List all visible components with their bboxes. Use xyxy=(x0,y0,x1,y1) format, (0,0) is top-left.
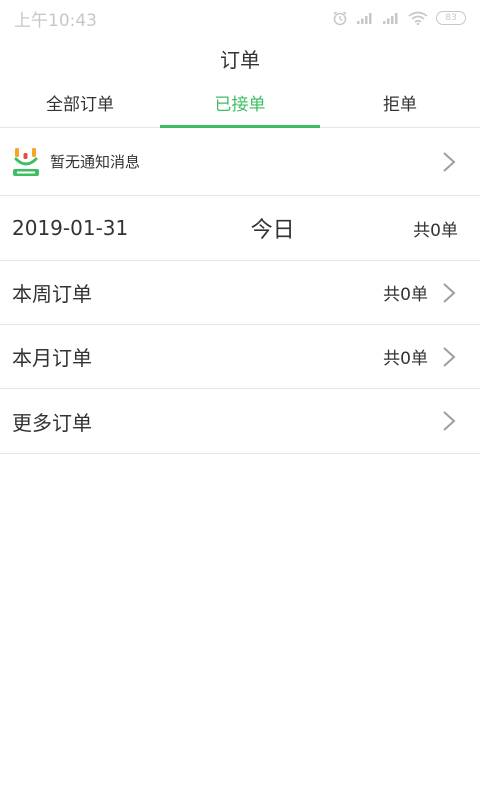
status-time: 上午10:43 xyxy=(14,10,97,31)
tab-rejected-orders[interactable]: 拒单 xyxy=(320,88,480,127)
chevron-right-icon xyxy=(443,151,456,172)
today-label: 今日 xyxy=(250,218,295,243)
chevron-right-icon xyxy=(443,282,456,303)
more-orders-row[interactable]: 更多订单 xyxy=(0,389,480,454)
notice-row[interactable]: 暂无通知消息 xyxy=(0,128,480,196)
tab-accepted-orders[interactable]: 已接单 xyxy=(160,88,320,128)
week-orders-row[interactable]: 本周订单 共0单 xyxy=(0,261,480,325)
wifi-icon xyxy=(408,9,428,27)
week-orders-count: 共0单 xyxy=(383,285,428,305)
tab-all-orders[interactable]: 全部订单 xyxy=(0,88,160,127)
merchant-logo-icon xyxy=(13,147,39,176)
month-orders-count: 共0单 xyxy=(383,349,428,369)
month-orders-row[interactable]: 本月订单 共0单 xyxy=(0,325,480,389)
status-icons: 83 xyxy=(332,9,466,27)
signal-icon xyxy=(356,9,374,27)
chevron-right-icon xyxy=(443,411,456,431)
battery-icon: 83 xyxy=(436,11,466,25)
status-bar: 上午10:43 83 xyxy=(0,0,480,36)
signal-icon xyxy=(382,9,400,27)
week-orders-label: 本周订单 xyxy=(12,282,92,306)
month-orders-label: 本月订单 xyxy=(12,346,92,370)
alarm-icon xyxy=(332,9,348,27)
notice-text: 暂无通知消息 xyxy=(50,153,141,171)
more-orders-label: 更多订单 xyxy=(12,410,92,435)
order-tabs: 全部订单 已接单 拒单 xyxy=(0,88,480,128)
chevron-right-icon xyxy=(443,346,456,367)
page-title: 订单 xyxy=(220,48,260,72)
today-summary-row: 2019-01-31 今日 共0单 xyxy=(0,196,480,261)
today-order-count: 共0单 xyxy=(413,220,458,241)
